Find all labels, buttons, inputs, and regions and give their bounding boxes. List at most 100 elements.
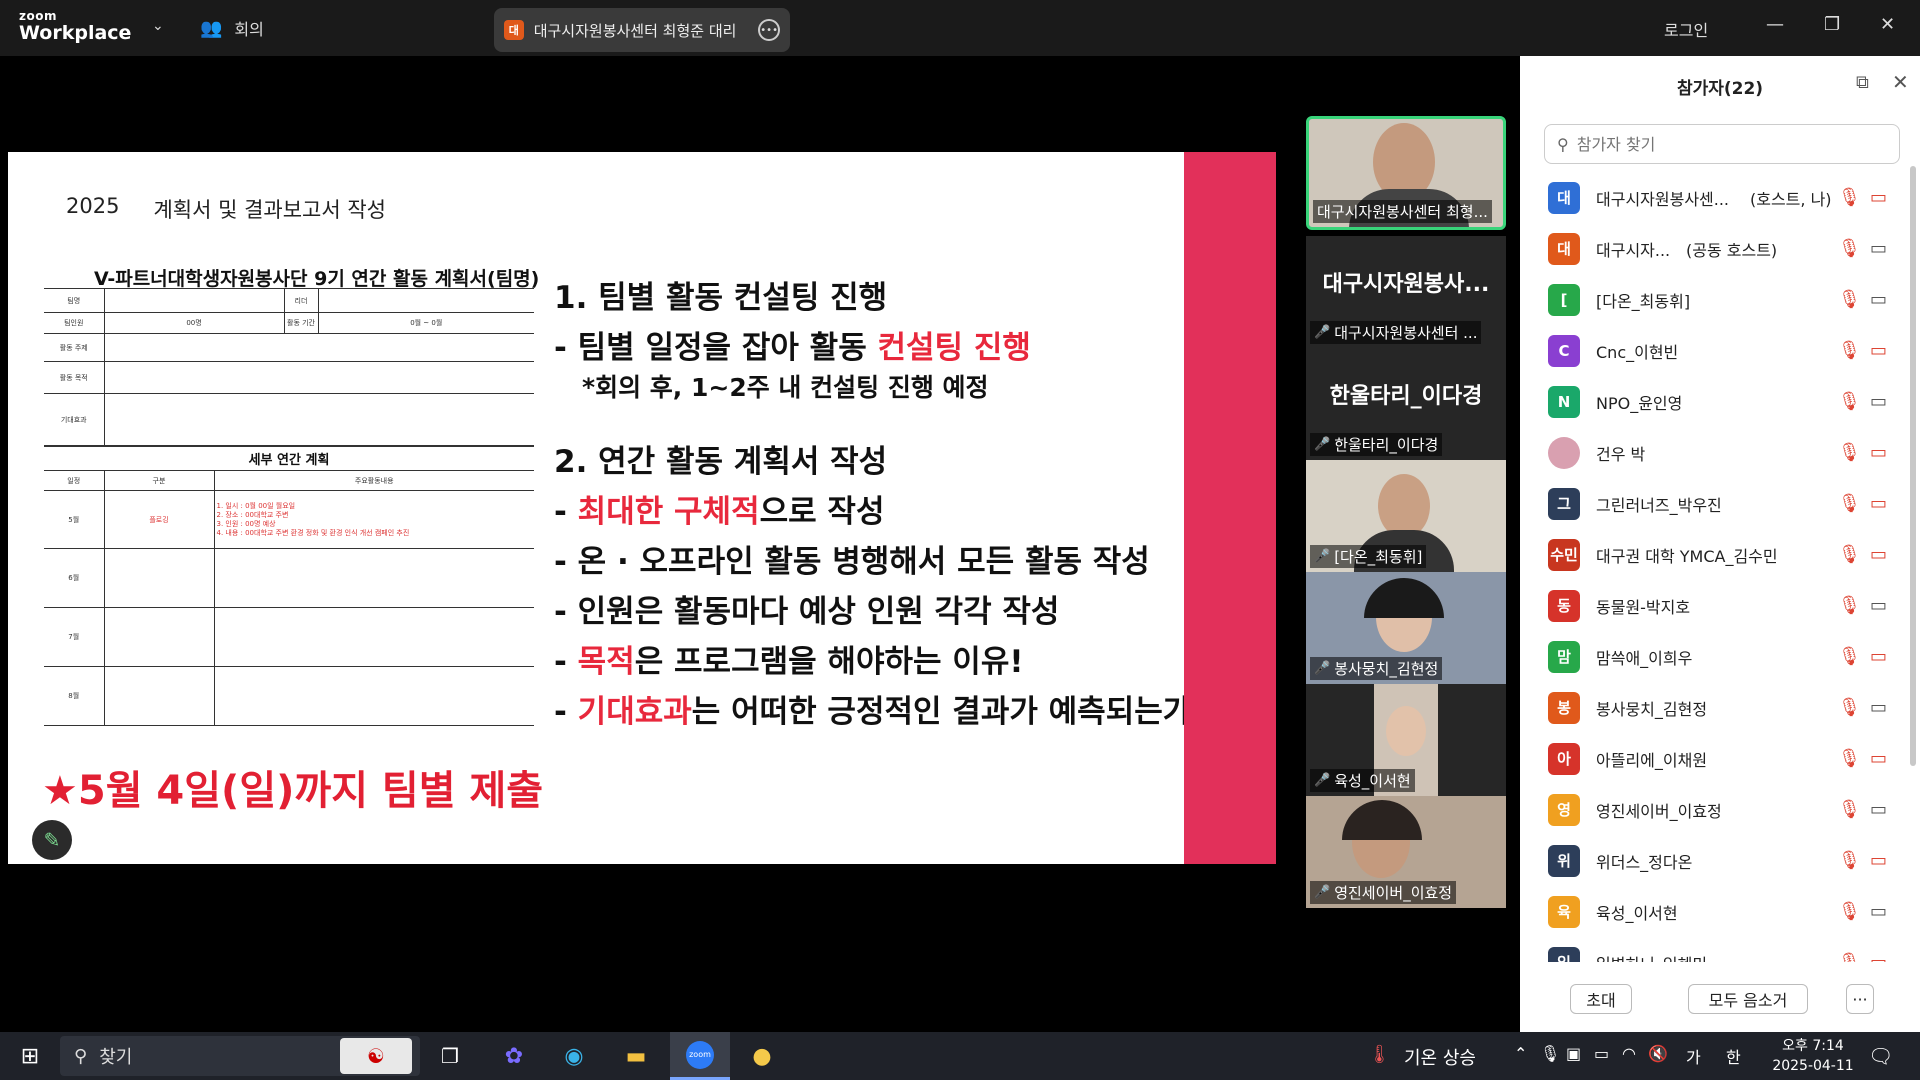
mic-off-icon[interactable]: 🎙 [1838,952,1861,962]
notification-icon[interactable]: 🗨 [1868,1044,1893,1068]
weather-text[interactable]: 기온 상승 [1404,1044,1476,1070]
mic-off-icon[interactable]: 🎙 [1838,238,1861,259]
camera-off-icon[interactable]: ▭ [1870,646,1887,667]
camera-icon[interactable]: ▭ [1870,799,1887,820]
camera-icon[interactable]: ▭ [1870,901,1887,922]
zoom-logo[interactable]: zoom Workplace [19,10,131,43]
camera-off-icon[interactable]: ▭ [1870,748,1887,769]
participant-row[interactable]: 건우 박 🎙 ▭ [1520,427,1912,478]
taskbar-search[interactable]: ⚲ 찾기 ☯ [60,1036,420,1076]
meetings-label: 회의 [234,20,264,39]
mic-off-icon[interactable]: 🎙 [1838,646,1861,667]
battery-icon[interactable]: ▭ [1594,1044,1609,1063]
video-tile[interactable]: 대구시자원봉사... 🎤 대구시자원봉사센터 ... [1306,236,1506,348]
participant-row[interactable]: 그 그린러너즈_박우진 🎙 ▭ [1520,478,1912,529]
minimize-icon[interactable]: — [1766,14,1784,35]
windows-start-icon[interactable]: ⊞ [12,1032,48,1080]
mic-off-icon[interactable]: 🎙 [1838,850,1861,871]
ime-language[interactable]: 한 [1726,1044,1741,1068]
participant-row[interactable]: 일 일병하니_임혜미 🎙 ▭ [1520,937,1912,962]
video-tile[interactable]: 🎤 [다온_최동휘] [1306,460,1506,572]
file-explorer-icon[interactable]: ▬ [614,1032,658,1080]
popout-icon[interactable]: ⧉ [1856,72,1869,93]
mic-off-icon[interactable]: 🎙 [1838,901,1861,922]
participant-row[interactable]: 수민 대구권 대학 YMCA_김수민 🎙 ▭ [1520,529,1912,580]
participant-row[interactable]: 대 대구시자... (공동 호스트) 🎙 ▭ [1520,223,1912,274]
wifi-icon[interactable]: ◠ [1622,1044,1636,1063]
participant-row[interactable]: 위 위더스_정다온 🎙 ▭ [1520,835,1912,886]
participant-row[interactable]: [[다온_최동휘] 🎙 ▭ [1520,274,1912,325]
video-name: 🎤 대구시자원봉사센터 ... [1310,321,1482,344]
close-panel-icon[interactable]: ✕ [1892,70,1909,94]
chevron-down-icon[interactable]: ⌄ [152,18,164,34]
video-tile[interactable]: 🎤 육성_이서현 [1306,684,1506,796]
mic-off-icon[interactable]: 🎙 [1838,748,1861,769]
meetings-tab[interactable]: 👥 회의 [200,16,264,40]
participant-name: 아뜰리에_이채원 [1596,750,1708,770]
camera-icon[interactable]: ▭ [1870,289,1887,310]
ime-mode[interactable]: 가 [1686,1044,1701,1068]
mic-off-icon[interactable]: 🎙 [1838,340,1861,361]
search-input[interactable] [1576,134,1877,154]
mic-off-icon[interactable]: 🎙 [1838,187,1861,208]
video-tile[interactable]: 🎤 봉사뭉치_김현정 [1306,572,1506,684]
mic-off-icon[interactable]: 🎙 [1838,595,1861,616]
meeting-pill[interactable]: 대 대구시자원봉사센터 최형준 대리 ••• [494,8,790,52]
mic-icon[interactable]: 🎙 [1540,1044,1560,1063]
pencil-icon[interactable]: ✎ [32,820,72,860]
camera-off-icon[interactable]: ▭ [1870,850,1887,871]
camera-icon[interactable]: ▭ [1870,238,1887,259]
participant-row[interactable]: 영 영진세이버_이효정 🎙 ▭ [1520,784,1912,835]
video-tile[interactable]: 🎤 영진세이버_이효정 [1306,796,1506,908]
participant-row[interactable]: 맘 맘쓱애_이희우 🎙 ▭ [1520,631,1912,682]
zoom-taskbar-icon[interactable]: zoom [670,1032,730,1080]
participant-row[interactable]: 봉 봉사뭉치_김현정 🎙 ▭ [1520,682,1912,733]
participant-row[interactable]: 대 대구시자원봉사센... (호스트, 나) 🎙 ▭ [1520,172,1912,223]
participant-name: 건우 박 [1596,444,1646,464]
camera-icon[interactable]: ▭ [1870,391,1887,412]
scrollbar[interactable] [1910,166,1916,766]
participant-row[interactable]: C Cnc_이현빈 🎙 ▭ [1520,325,1912,376]
camera-off-icon[interactable]: ▭ [1870,187,1887,208]
invite-button[interactable]: 초대 [1570,984,1632,1014]
camera-icon[interactable]: ▭ [1870,595,1887,616]
clock[interactable]: 오후 7:14 2025-04-11 [1768,1036,1858,1076]
video-tile[interactable]: 한울타리_이다경 🎤 한울타리_이다경 [1306,348,1506,460]
volume-muted-icon[interactable]: 🔇 [1648,1044,1668,1063]
mic-off-icon[interactable]: 🎙 [1838,442,1861,463]
participant-row[interactable]: N NPO_윤인영 🎙 ▭ [1520,376,1912,427]
camera-off-icon[interactable]: ▭ [1870,544,1887,565]
camera-off-icon[interactable]: ▭ [1870,442,1887,463]
camera-off-icon[interactable]: ▭ [1870,340,1887,361]
display-icon[interactable]: ▣ [1566,1044,1581,1063]
participant-row[interactable]: 육 육성_이서현 🎙 ▭ [1520,886,1912,937]
participant-role: (공동 호스트) [1686,240,1778,260]
mic-off-icon[interactable]: 🎙 [1838,697,1861,718]
chat-app-icon[interactable]: ● [740,1032,784,1080]
login-button[interactable]: 로그인 [1664,17,1708,41]
participant-search[interactable]: ⚲ [1544,124,1900,164]
restore-icon[interactable]: ❐ [1824,14,1840,35]
camera-icon[interactable]: ▭ [1870,697,1887,718]
participant-row[interactable]: 아 아뜰리에_이채원 🎙 ▭ [1520,733,1912,784]
participant-row[interactable]: 동 동물원-박지호 🎙 ▭ [1520,580,1912,631]
mic-off-icon[interactable]: 🎙 [1838,493,1861,514]
video-name: 🎤 영진세이버_이효정 [1310,881,1457,904]
camera-off-icon[interactable]: ▭ [1870,952,1887,962]
mic-off-icon[interactable]: 🎙 [1838,391,1861,412]
video-tile[interactable]: 대구시자원봉사센터 최형... [1306,116,1506,230]
mic-off-icon[interactable]: 🎙 [1838,289,1861,310]
edge-icon[interactable]: ◉ [552,1032,596,1080]
mute-all-button[interactable]: 모두 음소거 [1688,984,1808,1014]
close-icon[interactable]: ✕ [1880,14,1895,35]
copilot-icon[interactable]: ✿ [492,1032,536,1080]
more-icon[interactable]: ••• [758,19,780,41]
chevron-up-icon[interactable]: ⌃ [1514,1044,1527,1063]
more-button[interactable]: ··· [1846,984,1874,1014]
task-view-icon[interactable]: ❐ [428,1032,472,1080]
video-big-name: 한울타리_이다경 [1329,384,1483,409]
camera-off-icon[interactable]: ▭ [1870,493,1887,514]
clock-time: 오후 7:14 [1782,1038,1844,1054]
mic-off-icon[interactable]: 🎙 [1838,799,1861,820]
mic-off-icon[interactable]: 🎙 [1838,544,1861,565]
